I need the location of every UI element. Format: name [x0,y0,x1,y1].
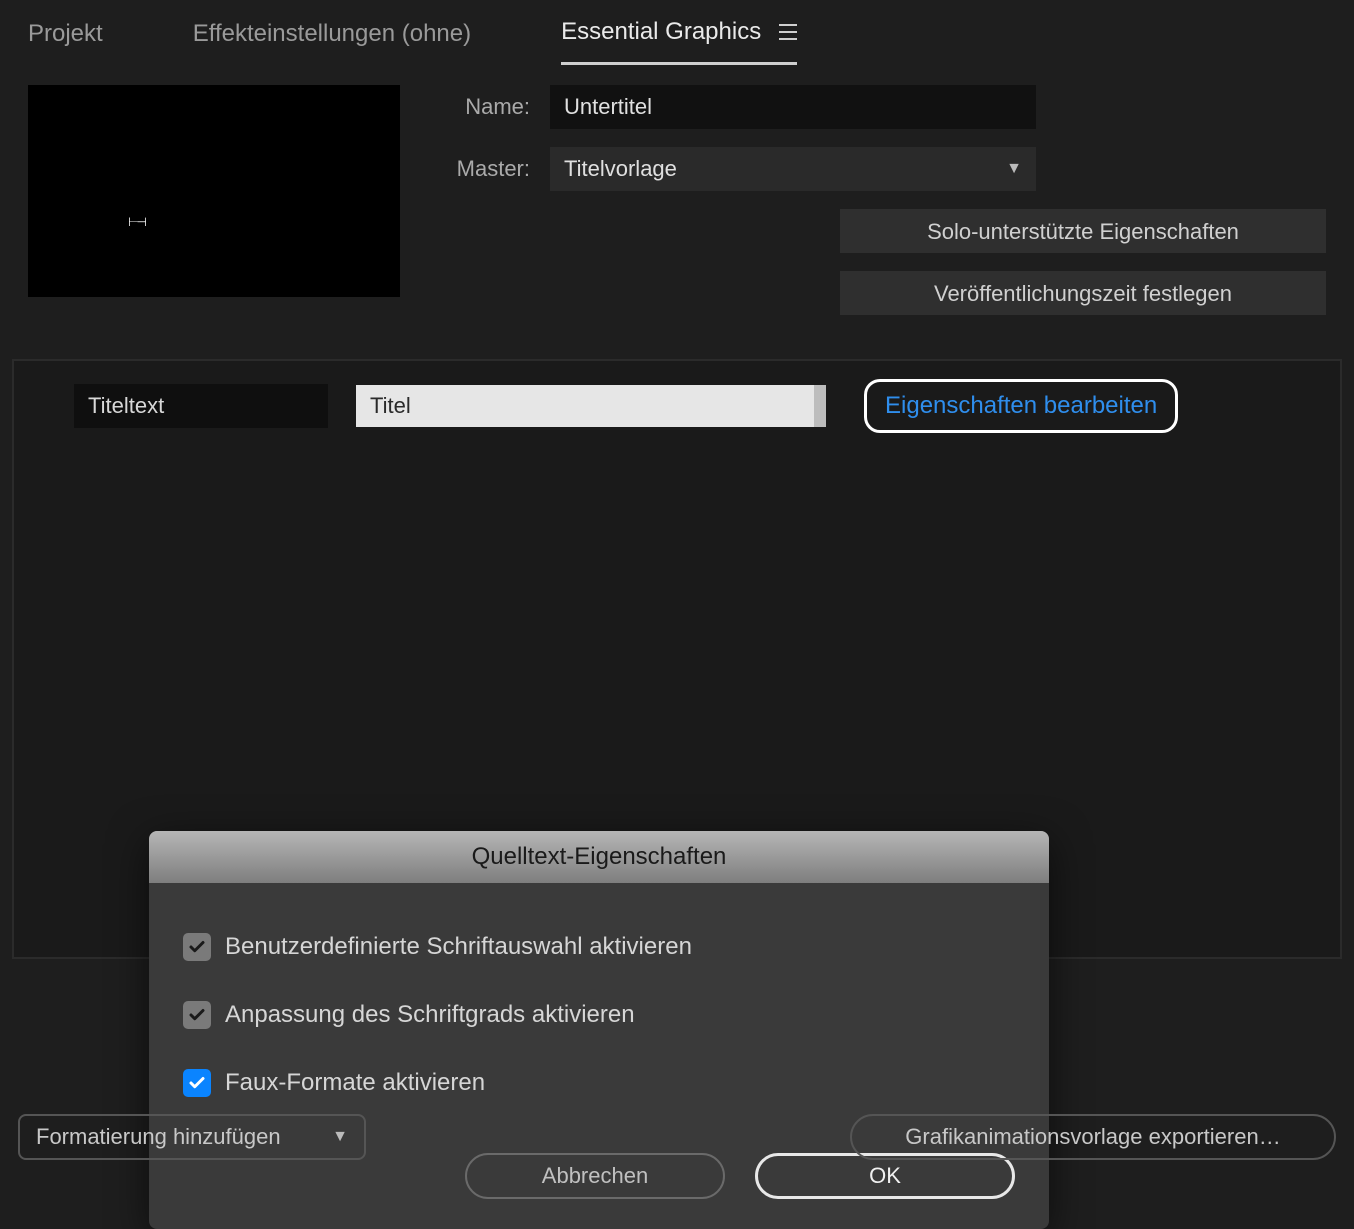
option-font-size-row: Anpassung des Schriftgrads aktivieren [183,981,1015,1049]
master-value: Titelvorlage [564,156,677,182]
master-label: Master: [430,156,530,182]
option-faux-row: Faux-Formate aktivieren [183,1049,1015,1117]
tab-label: Essential Graphics [561,18,761,46]
name-input[interactable] [550,85,1036,129]
checkbox-custom-font[interactable] [183,933,211,961]
name-label: Name: [430,94,530,120]
dialog-title: Quelltext-Eigenschaften [149,831,1049,883]
solo-properties-button[interactable]: Solo-unterstützte Eigenschaften [840,209,1326,253]
panel-footer: Formatierung hinzufügen ▼ Grafikanimatio… [18,1114,1336,1160]
checkbox-font-size[interactable] [183,1001,211,1029]
property-label[interactable]: Titeltext [74,384,328,428]
option-faux-label: Faux-Formate aktivieren [225,1069,485,1097]
chevron-down-icon: ▼ [332,1128,348,1146]
add-formatting-select[interactable]: Formatierung hinzufügen ▼ [18,1114,366,1160]
master-select[interactable]: Titelvorlage ▼ [550,147,1036,191]
thumbnail-mark: ⊢⊣ [128,215,145,229]
tab-project[interactable]: Projekt [28,20,103,64]
template-fields: Name: Master: Titelvorlage ▼ Solo-unters… [430,85,1326,315]
properties-panel: Titeltext Titel Eigenschaften bearbeiten… [12,359,1342,959]
property-row: Titeltext Titel Eigenschaften bearbeiten [14,379,1340,451]
preview-thumbnail[interactable]: ⊢⊣ [28,85,400,297]
panel-menu-icon[interactable] [779,24,797,40]
option-custom-font-row: Benutzerdefinierte Schriftauswahl aktivi… [183,913,1015,981]
edit-properties-link[interactable]: Eigenschaften bearbeiten [885,392,1157,419]
source-text-properties-dialog: Quelltext-Eigenschaften Benutzerdefinier… [149,831,1049,1229]
chevron-down-icon: ▼ [1006,160,1022,178]
dialog-body: Benutzerdefinierte Schriftauswahl aktivi… [149,883,1049,1147]
check-icon [188,938,206,956]
tab-essential-graphics[interactable]: Essential Graphics [561,18,797,65]
property-value-input[interactable]: Titel [356,385,826,427]
tab-effect-controls[interactable]: Effekteinstellungen (ohne) [193,20,471,64]
set-poster-time-button[interactable]: Veröffentlichungszeit festlegen [840,271,1326,315]
edit-properties-highlight: Eigenschaften bearbeiten [864,379,1178,433]
option-font-size-label: Anpassung des Schriftgrads aktivieren [225,1001,635,1029]
option-custom-font-label: Benutzerdefinierte Schriftauswahl aktivi… [225,933,692,961]
template-header: ⊢⊣ Name: Master: Titelvorlage ▼ Solo-unt… [0,65,1354,315]
check-icon [188,1074,206,1092]
export-mogrt-button[interactable]: Grafikanimationsvorlage exportieren… [850,1114,1336,1160]
checkbox-faux[interactable] [183,1069,211,1097]
add-formatting-label: Formatierung hinzufügen [36,1124,281,1150]
panel-tabs: Projekt Effekteinstellungen (ohne) Essen… [0,0,1354,65]
check-icon [188,1006,206,1024]
